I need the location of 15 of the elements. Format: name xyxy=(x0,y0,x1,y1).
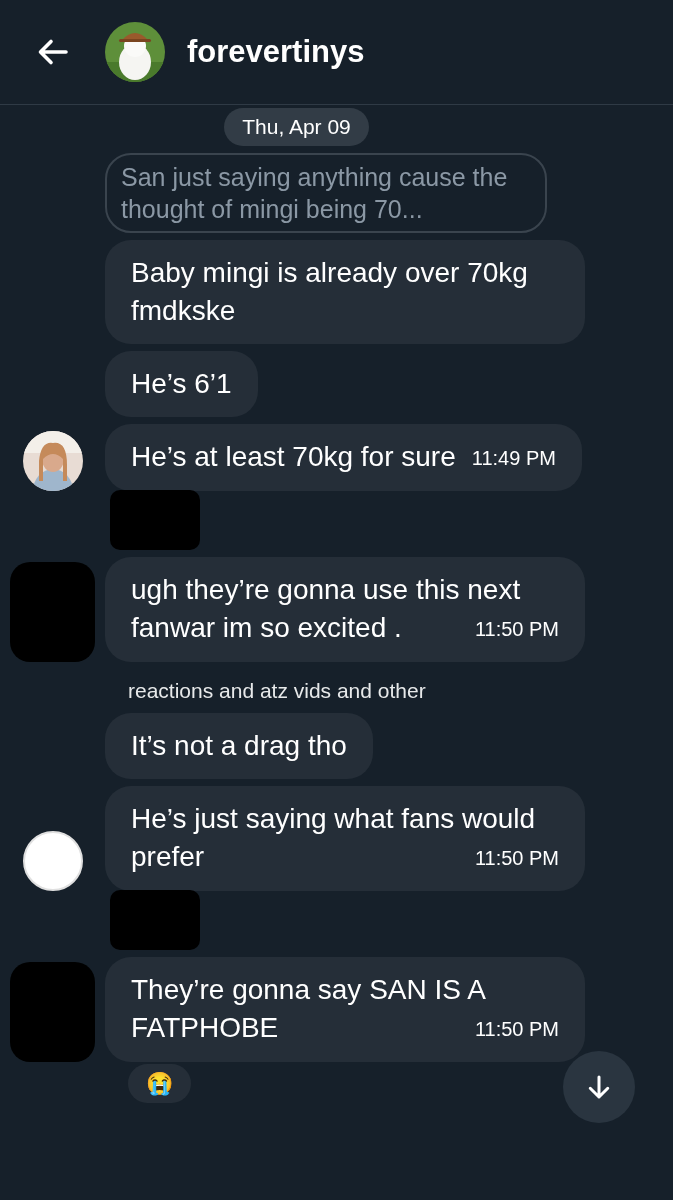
message-bubble: He’s just saying what fans would prefer 11:50 PM xyxy=(105,786,585,891)
conversation-title: forevertinys xyxy=(187,32,365,71)
message-bubble: They’re gonna say SAN IS A FATPHOBE 11:50 PM xyxy=(105,957,585,1062)
message-time: 11:50 PM xyxy=(474,616,559,642)
sender-name: reactions and atz vids and other xyxy=(128,678,426,702)
reaction-chip[interactable]: 😭 xyxy=(128,1064,191,1103)
message-bubble: He’s 6’1 xyxy=(105,350,258,417)
message-time: 11:49 PM xyxy=(471,445,556,471)
message-time: 11:50 PM xyxy=(474,1017,559,1042)
quoted-message[interactable]: San just saying anything cause the thought of mingi being 70... xyxy=(105,152,547,233)
message-bubble: He’s at least 70kg for sure 11:49 PM xyxy=(105,423,582,491)
message-bubble: ugh they’re gonna use this next fanwar im so excited . 11:50 PM xyxy=(105,556,585,662)
message-time: 11:50 PM xyxy=(474,846,559,871)
message-bubble: It’s not a drag tho xyxy=(105,713,373,779)
message-bubble: Baby mingi is already over 70kg fmdkske xyxy=(105,239,585,344)
